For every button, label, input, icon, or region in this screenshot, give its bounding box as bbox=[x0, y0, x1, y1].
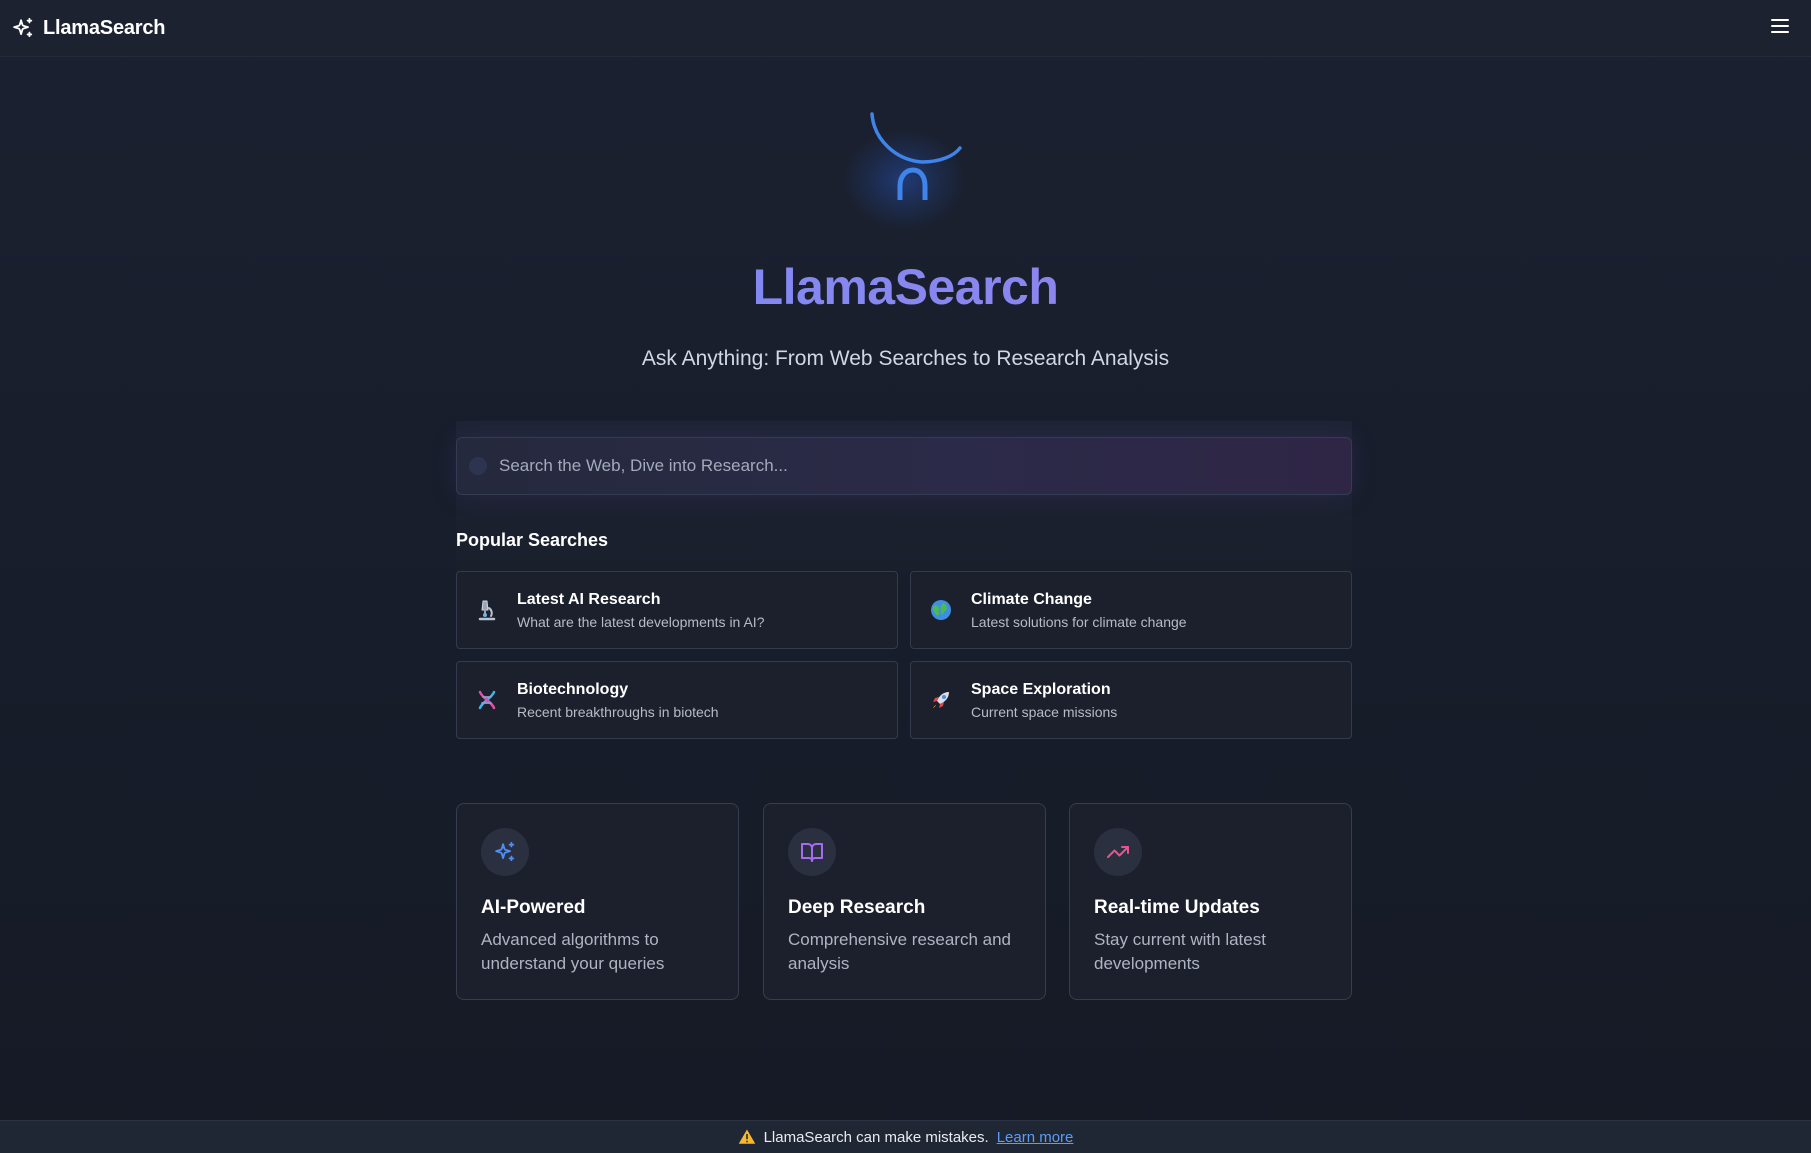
popular-card-title: Biotechnology bbox=[517, 680, 629, 698]
brand-name: LlamaSearch bbox=[43, 16, 166, 39]
popular-card-space-exploration[interactable]: Space Exploration Current space missions bbox=[910, 661, 1352, 739]
trending-up-icon bbox=[1094, 828, 1142, 876]
hero-logo bbox=[824, 90, 984, 240]
warning-icon bbox=[738, 1128, 756, 1146]
top-navbar: LlamaSearch bbox=[0, 0, 1811, 57]
disclaimer-text: LlamaSearch can make mistakes. bbox=[763, 1128, 989, 1146]
popular-card-biotechnology[interactable]: Biotechnology Recent breakthroughs in bi… bbox=[456, 661, 898, 739]
search-input[interactable] bbox=[487, 438, 1351, 494]
microscope-icon bbox=[473, 596, 501, 624]
learn-more-link[interactable]: Learn more bbox=[997, 1129, 1074, 1146]
hamburger-menu-icon bbox=[1770, 18, 1790, 39]
popular-card-desc: Recent breakthroughs in biotech bbox=[517, 703, 719, 720]
hero-subtitle: Ask Anything: From Web Searches to Resea… bbox=[641, 347, 1170, 370]
search-status-dot bbox=[469, 457, 487, 475]
book-open-icon bbox=[788, 828, 836, 876]
feature-title: Real-time Updates bbox=[1094, 897, 1260, 918]
footer-disclaimer: LlamaSearch can make mistakes. Learn mor… bbox=[0, 1120, 1811, 1153]
llama-arc-logo bbox=[870, 112, 962, 200]
globe-icon bbox=[927, 596, 955, 624]
popular-card-desc: Current space missions bbox=[971, 703, 1118, 720]
popular-searches-title: Popular Searches bbox=[456, 530, 609, 550]
brand[interactable]: LlamaSearch bbox=[12, 16, 166, 40]
feature-desc: Comprehensive research and analysis bbox=[788, 930, 1012, 973]
feature-card-deep-research: Deep Research Comprehensive research and… bbox=[763, 803, 1046, 1000]
popular-card-desc: Latest solutions for climate change bbox=[971, 613, 1187, 630]
popular-card-title: Space Exploration bbox=[971, 680, 1111, 698]
search-box[interactable] bbox=[456, 437, 1352, 495]
feature-title: AI-Powered bbox=[481, 897, 586, 918]
popular-card-desc: What are the latest developments in AI? bbox=[517, 613, 765, 630]
sparkles-icon bbox=[12, 17, 34, 39]
popular-card-title: Climate Change bbox=[971, 590, 1092, 608]
hero-title: LlamaSearch bbox=[0, 255, 1811, 319]
feature-title: Deep Research bbox=[788, 897, 926, 918]
popular-card-climate-change[interactable]: Climate Change Latest solutions for clim… bbox=[910, 571, 1352, 649]
feature-desc: Advanced algorithms to understand your q… bbox=[481, 930, 665, 973]
rocket-icon bbox=[927, 686, 955, 714]
popular-card-title: Latest AI Research bbox=[517, 590, 661, 608]
sparkles-icon bbox=[481, 828, 529, 876]
feature-card-real-time-updates: Real-time Updates Stay current with late… bbox=[1069, 803, 1352, 1000]
feature-desc: Stay current with latest developments bbox=[1094, 930, 1266, 973]
menu-button[interactable] bbox=[1765, 13, 1795, 43]
feature-card-ai-powered: AI-Powered Advanced algorithms to unders… bbox=[456, 803, 739, 1000]
dna-icon bbox=[473, 686, 501, 714]
popular-card-ai-research[interactable]: Latest AI Research What are the latest d… bbox=[456, 571, 898, 649]
